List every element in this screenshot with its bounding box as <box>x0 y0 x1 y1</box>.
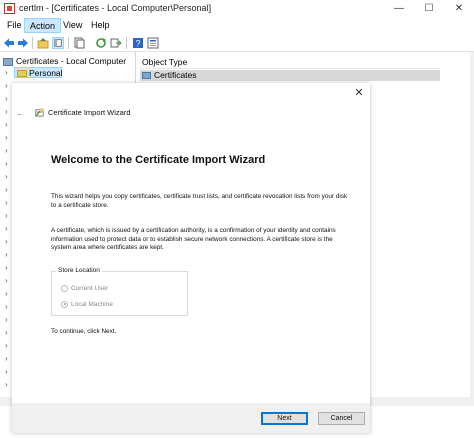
list-item[interactable]: Certificates <box>140 70 440 81</box>
export-list-icon[interactable] <box>110 37 122 49</box>
toolbar-separator <box>126 37 127 49</box>
certificate-wizard-icon <box>35 108 44 117</box>
chevron-right-icon[interactable]: › <box>5 95 11 103</box>
menu-view[interactable]: View <box>58 18 87 33</box>
chevron-right-icon[interactable]: › <box>5 160 11 168</box>
chevron-right-icon[interactable]: › <box>5 69 11 77</box>
wizard-heading: Welcome to the Certificate Import Wizard <box>51 154 266 166</box>
chevron-right-icon[interactable]: › <box>5 303 11 311</box>
certificate-store-icon <box>3 57 13 66</box>
chevron-right-icon[interactable]: › <box>5 381 11 389</box>
menu-help[interactable]: Help <box>86 18 115 33</box>
wizard-description: This wizard helps you copy certificates,… <box>51 193 348 209</box>
chevron-right-icon[interactable]: › <box>5 186 11 194</box>
properties-icon[interactable] <box>147 37 159 49</box>
chevron-right-icon[interactable]: › <box>5 121 11 129</box>
store-location-group: Store Location Current User Local Machin… <box>51 267 188 316</box>
chevron-right-icon[interactable]: › <box>5 342 11 350</box>
chevron-right-icon[interactable]: › <box>5 368 11 376</box>
wizard-footer: Next Cancel <box>12 403 370 433</box>
folder-icon <box>17 70 27 78</box>
continue-instruction: To continue, click Next. <box>51 328 117 335</box>
chevron-right-icon[interactable]: › <box>5 225 11 233</box>
chevron-right-icon[interactable]: › <box>5 134 11 142</box>
list-item-label: Certificates <box>154 70 197 80</box>
radio-button[interactable] <box>61 284 68 292</box>
close-icon[interactable]: ✕ <box>352 86 366 100</box>
back-arrow-icon[interactable]: ← <box>16 108 26 118</box>
chevron-right-icon[interactable]: › <box>5 329 11 337</box>
chevron-right-icon[interactable]: › <box>5 355 11 363</box>
chevron-right-icon[interactable]: › <box>5 199 11 207</box>
menu-file[interactable]: File <box>2 18 27 33</box>
vertical-scrollbar[interactable] <box>470 52 474 397</box>
title-bar: certlm - [Certificates - Local Computer\… <box>0 0 474 17</box>
window-title: certlm - [Certificates - Local Computer\… <box>19 3 212 13</box>
tree-item-personal[interactable]: Personal <box>14 67 63 78</box>
toolbar: ? <box>0 35 474 52</box>
up-folder-icon[interactable] <box>37 37 49 49</box>
radio-local-machine-label: Local Machine <box>71 301 113 308</box>
refresh-icon[interactable] <box>95 37 107 49</box>
close-button[interactable]: ✕ <box>444 0 474 17</box>
chevron-right-icon[interactable]: › <box>5 290 11 298</box>
store-location-label: Store Location <box>56 267 102 274</box>
certlm-app-icon <box>4 3 15 14</box>
chevron-right-icon[interactable]: › <box>5 316 11 324</box>
tree-root-label: Certificates - Local Computer <box>16 56 127 66</box>
column-header-object-type[interactable]: Object Type <box>140 56 440 69</box>
radio-local-machine[interactable]: Local Machine <box>61 300 113 309</box>
cancel-button[interactable]: Cancel <box>318 412 365 425</box>
tree-root-item[interactable]: Certificates - Local Computer <box>3 56 126 67</box>
chevron-right-icon[interactable]: › <box>5 264 11 272</box>
chevron-right-icon[interactable]: › <box>5 82 11 90</box>
svg-text:?: ? <box>135 39 140 49</box>
radio-current-user-label: Current User <box>71 285 109 292</box>
copy-icon[interactable] <box>73 37 85 49</box>
back-arrow-icon[interactable] <box>3 37 15 49</box>
certificate-folder-icon <box>142 72 151 80</box>
chevron-right-icon[interactable]: › <box>5 277 11 285</box>
maximize-button[interactable]: ☐ <box>414 0 444 17</box>
tree-item-personal-label: Personal <box>29 68 63 78</box>
toolbar-separator <box>32 37 33 49</box>
next-button[interactable]: Next <box>261 412 308 425</box>
chevron-right-icon[interactable]: › <box>5 173 11 181</box>
wizard-title: Certificate Import Wizard <box>48 108 131 117</box>
radio-current-user[interactable]: Current User <box>61 284 108 293</box>
chevron-right-icon[interactable]: › <box>5 212 11 220</box>
menu-bar: File Action View Help <box>0 18 474 33</box>
help-icon[interactable]: ? <box>132 37 144 49</box>
radio-button-selected[interactable] <box>61 300 68 308</box>
chevron-right-icon[interactable]: › <box>5 108 11 116</box>
chevron-right-icon[interactable]: › <box>5 251 11 259</box>
chevron-right-icon[interactable]: › <box>5 147 11 155</box>
forward-arrow-icon[interactable] <box>17 37 29 49</box>
console-tree-icon[interactable] <box>52 37 64 49</box>
chevron-right-icon[interactable]: › <box>5 238 11 246</box>
certificate-import-wizard-dialog: ✕ ← Certificate Import Wizard Welcome to… <box>12 83 370 433</box>
minimize-button[interactable]: — <box>384 0 414 17</box>
wizard-certificate-explanation: A certificate, which is issued by a cert… <box>51 227 336 251</box>
toolbar-separator <box>68 37 69 49</box>
menu-action[interactable]: Action <box>24 18 62 33</box>
